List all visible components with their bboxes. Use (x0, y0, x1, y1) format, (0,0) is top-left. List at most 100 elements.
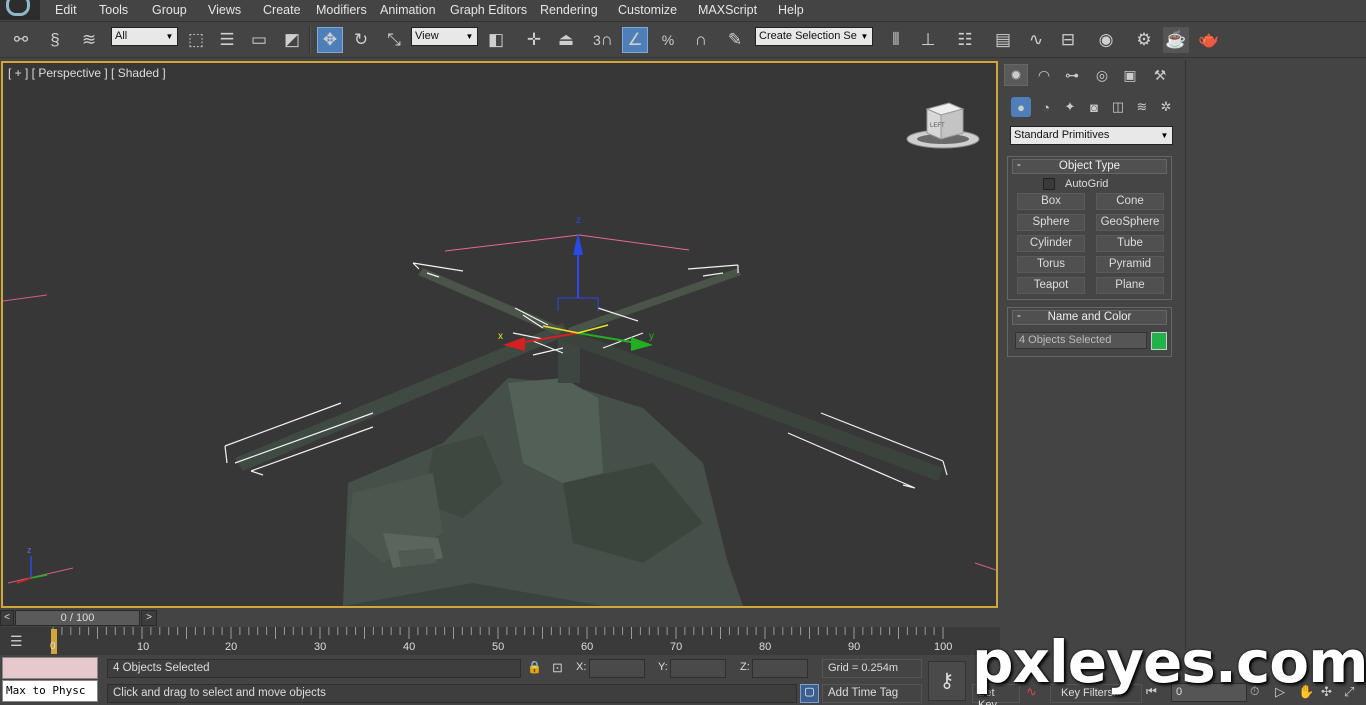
space-warps-icon[interactable]: ≋ (1132, 97, 1152, 117)
teapot-button[interactable]: Teapot (1017, 277, 1085, 294)
unlink-icon[interactable]: § (42, 27, 68, 53)
pyramid-button[interactable]: Pyramid (1096, 256, 1164, 273)
z-coordinate-field[interactable] (752, 659, 808, 678)
selection-lock-icon[interactable]: 🔒 (527, 660, 542, 676)
track-tick-0: 0 (50, 641, 56, 652)
sphere-button[interactable]: Sphere (1017, 214, 1085, 231)
select-and-scale-icon[interactable]: ⤡ (381, 27, 407, 53)
create-tab-icon[interactable]: ✹ (1004, 64, 1028, 86)
collapse-icon: - (1017, 159, 1021, 171)
menu-group[interactable]: Group (152, 3, 187, 17)
set-key-icon[interactable]: ⚷ (928, 661, 966, 701)
select-and-move-icon[interactable]: ✥ (317, 27, 343, 53)
track-tick-40: 40 (403, 641, 416, 653)
menu-edit[interactable]: Edit (55, 3, 77, 17)
bind-space-warp-icon[interactable]: ≋ (76, 27, 102, 53)
material-editor-icon[interactable]: ◉ (1093, 27, 1119, 53)
render-setup-icon[interactable]: ⚙ (1131, 27, 1157, 53)
curve-editor-mini-icon[interactable]: ☰ (10, 633, 32, 651)
menu-help[interactable]: Help (778, 3, 804, 17)
maxscript-listener-input[interactable]: Max to Physc (2, 680, 98, 702)
menu-views[interactable]: Views (208, 3, 241, 17)
rendered-frame-icon[interactable]: ☕ (1163, 27, 1189, 53)
spinner-snap-icon[interactable]: ∩ (688, 27, 714, 53)
helpers-icon[interactable]: ◫ (1108, 97, 1128, 117)
lights-icon[interactable]: ✦ (1060, 97, 1080, 117)
menu-customize[interactable]: Customize (618, 3, 677, 17)
tube-button[interactable]: Tube (1096, 235, 1164, 252)
chevron-down-icon: ▼ (1160, 131, 1169, 140)
menu-create[interactable]: Create (263, 3, 301, 17)
next-frame-button[interactable]: > (141, 610, 157, 626)
edit-named-selection-icon[interactable]: ✎ (722, 27, 748, 53)
plane-button[interactable]: Plane (1096, 277, 1164, 294)
x-label: X: (576, 661, 587, 673)
shapes-icon[interactable]: ◔ (1036, 97, 1056, 117)
select-by-name-icon[interactable]: ☰ (214, 27, 240, 53)
absolute-mode-icon[interactable]: ⊡ (552, 660, 568, 676)
track-bar[interactable]: ☰ 0 10 20 30 40 50 60 70 80 90 100 (0, 627, 1000, 655)
object-name-field[interactable]: 4 Objects Selected (1015, 332, 1147, 349)
selection-filter-dropdown[interactable]: All ▼ (111, 27, 178, 46)
torus-button[interactable]: Torus (1017, 256, 1085, 273)
prev-frame-button[interactable]: < (0, 610, 14, 626)
menu-bar: Edit Tools Group Views Create Modifiers … (0, 0, 1366, 22)
link-icon[interactable]: ⚯ (8, 27, 34, 53)
named-selection-set-dropdown[interactable]: Create Selection Se ▼ (755, 27, 873, 46)
menu-animation[interactable]: Animation (380, 3, 436, 17)
snaps-toggle-label: 3 (592, 32, 601, 48)
x-coordinate-field[interactable] (589, 659, 645, 678)
utilities-tab-icon[interactable]: ⚒ (1148, 64, 1172, 86)
y-coordinate-field[interactable] (670, 659, 726, 678)
add-time-tag-button[interactable]: Add Time Tag (822, 684, 922, 703)
cameras-icon[interactable]: ◙ (1084, 97, 1104, 117)
systems-icon[interactable]: ✲ (1156, 97, 1176, 117)
menu-maxscript[interactable]: MAXScript (698, 3, 757, 17)
app-logo-icon[interactable] (0, 0, 40, 20)
layer-manager-icon[interactable]: ☷ (952, 27, 978, 53)
menu-rendering[interactable]: Rendering (540, 3, 598, 17)
mirror-icon[interactable]: ⫴ (883, 27, 909, 53)
viewcube-icon[interactable]: LEFT (905, 97, 981, 152)
reference-coordinate-dropdown[interactable]: View ▼ (411, 27, 478, 46)
graphite-ribbon-icon[interactable]: ▤ (990, 27, 1016, 53)
geometry-icon[interactable]: ● (1011, 97, 1031, 117)
time-slider-thumb[interactable]: 0 / 100 (15, 610, 140, 626)
track-tick-70: 70 (670, 641, 683, 653)
autogrid-checkbox[interactable] (1043, 178, 1055, 190)
keyboard-shortcut-override-icon[interactable]: ⏏ (553, 27, 579, 53)
snaps-toggle-icon[interactable]: 3 ∩ (590, 27, 616, 53)
select-object-icon[interactable]: ⬚ (183, 27, 209, 53)
schematic-view-icon[interactable]: ⊟ (1055, 27, 1081, 53)
rectangular-selection-icon[interactable]: ▭ (246, 27, 272, 53)
percent-snap-icon[interactable]: % (655, 27, 681, 53)
object-category-dropdown[interactable]: Standard Primitives ▼ (1010, 126, 1173, 145)
perspective-viewport[interactable]: z x y z [ + ] [ Perspective ] [ Shaded ]… (1, 61, 998, 608)
display-tab-icon[interactable]: ▣ (1118, 64, 1142, 86)
pivot-center-icon[interactable]: ◧ (483, 27, 509, 53)
time-tag-icon[interactable]: ▢ (800, 684, 819, 703)
viewport-label[interactable]: [ + ] [ Perspective ] [ Shaded ] (8, 66, 166, 80)
curve-editor-icon[interactable]: ∿ (1023, 27, 1049, 53)
render-production-icon[interactable]: 🫖 (1196, 27, 1222, 53)
box-button[interactable]: Box (1017, 193, 1085, 210)
window-crossing-icon[interactable]: ◩ (279, 27, 305, 53)
cone-button[interactable]: Cone (1096, 193, 1164, 210)
align-icon[interactable]: ⊥ (915, 27, 941, 53)
hierarchy-tab-icon[interactable]: ⊶ (1060, 64, 1084, 86)
object-type-header[interactable]: - Object Type (1012, 159, 1167, 174)
menu-tools[interactable]: Tools (99, 3, 128, 17)
track-tick-80: 80 (759, 641, 772, 653)
modify-tab-icon[interactable]: ◠ (1032, 64, 1056, 86)
angle-snap-icon[interactable]: ∠ (622, 27, 648, 53)
geosphere-button[interactable]: GeoSphere (1096, 214, 1164, 231)
menu-graph-editors[interactable]: Graph Editors (450, 3, 527, 17)
object-color-swatch[interactable] (1151, 332, 1167, 350)
select-manipulate-icon[interactable]: ✛ (521, 27, 547, 53)
cylinder-button[interactable]: Cylinder (1017, 235, 1085, 252)
select-and-rotate-icon[interactable]: ↻ (348, 27, 374, 53)
name-and-color-header[interactable]: - Name and Color (1012, 310, 1167, 325)
maxscript-listener-pink[interactable] (2, 657, 98, 679)
motion-tab-icon[interactable]: ◎ (1090, 64, 1114, 86)
menu-modifiers[interactable]: Modifiers (316, 3, 367, 17)
